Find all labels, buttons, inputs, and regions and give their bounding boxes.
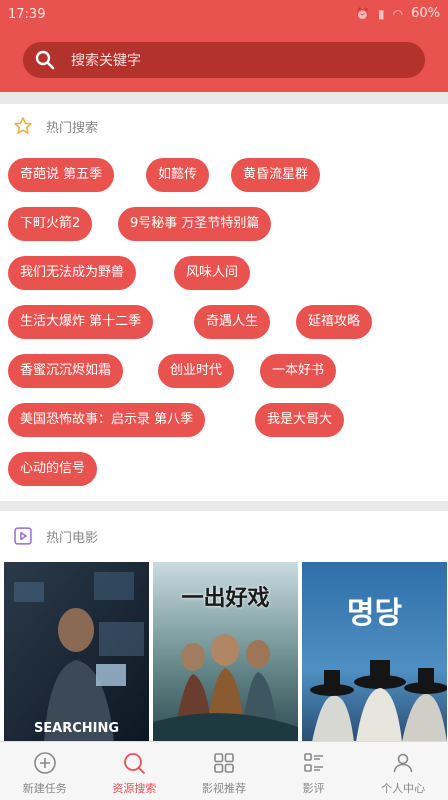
search-tag[interactable]: 下町火箭2: [8, 207, 93, 241]
grid-icon: [211, 750, 237, 776]
hot-movies-title: 热门电影: [46, 530, 99, 546]
alarm-icon: ⏰: [355, 6, 370, 21]
search-icon: [121, 750, 147, 776]
play-icon: [12, 525, 34, 547]
wifi-icon: ◠: [392, 6, 404, 21]
bottom-tab-bar: 新建任务 资源搜索 影视推荐 影评 个人中心: [0, 741, 448, 800]
signal-icon: ▮: [378, 6, 385, 21]
search-tag[interactable]: 生活大爆炸 第十二季: [8, 305, 154, 339]
search-tag[interactable]: 延禧攻略: [296, 305, 373, 339]
movie-poster[interactable]: SEARCHING: [4, 562, 149, 741]
search-icon: [23, 50, 67, 70]
hot-search-panel: 热门搜索 奇葩说 第五季 如懿传 黄昏流星群 下町火箭2 9号秘事 万圣节特别篇…: [0, 104, 448, 501]
search-tag[interactable]: 我是大哥大: [255, 403, 345, 437]
tab-label: 新建任务: [22, 782, 67, 795]
search-tag[interactable]: 9号秘事 万圣节特别篇: [118, 207, 272, 241]
status-bar: 17:39 ⏰ ▮ ◠ 60%: [0, 0, 448, 30]
search-tag[interactable]: 美国恐怖故事：启示录 第八季: [8, 403, 206, 437]
tab-profile[interactable]: 个人中心: [358, 742, 448, 800]
search-tag[interactable]: 奇遇人生: [194, 305, 271, 339]
search-tag[interactable]: 心动的信号: [8, 452, 98, 486]
tab-resource-search[interactable]: 资源搜索: [90, 742, 180, 800]
status-time: 17:39: [8, 7, 46, 22]
poster-art: [4, 562, 149, 741]
plus-circle-icon: [32, 750, 58, 776]
search-tag[interactable]: 一本好书: [260, 354, 337, 388]
movie-poster[interactable]: 一出好戏: [153, 562, 298, 741]
search-tag[interactable]: 黄昏流星群: [231, 158, 321, 192]
tab-label: 个人中心: [381, 782, 426, 795]
battery-level: 60%: [411, 6, 440, 21]
tab-recommend[interactable]: 影视推荐: [179, 742, 269, 800]
poster-caption: SEARCHING: [33, 721, 120, 736]
movie-posters: SEARCHING 一出好戏 명당: [0, 562, 448, 741]
tab-label: 资源搜索: [112, 782, 157, 795]
search-tag[interactable]: 我们无法成为野兽: [8, 256, 137, 290]
tab-label: 影视推荐: [201, 782, 246, 795]
poster-caption: 명당: [346, 596, 403, 631]
tab-new-task[interactable]: 新建任务: [0, 742, 90, 800]
tab-reviews[interactable]: 影评: [269, 742, 359, 800]
tab-label: 影评: [302, 782, 325, 795]
search-tag[interactable]: 如懿传: [146, 158, 210, 192]
movie-poster[interactable]: 명당: [302, 562, 447, 741]
search-tag[interactable]: 风味人间: [174, 256, 251, 290]
search-tag[interactable]: 奇葩说 第五季: [8, 158, 115, 192]
list-icon: [301, 750, 327, 776]
search-placeholder: 搜索关键字: [71, 53, 141, 69]
hot-search-title: 热门搜索: [46, 120, 99, 136]
search-tag[interactable]: 香蜜沉沉烬如霜: [8, 354, 124, 388]
poster-caption: 一出好戏: [181, 586, 270, 611]
user-icon: [390, 750, 416, 776]
hot-movies-header: 热门电影: [0, 511, 448, 561]
search-tag[interactable]: 创业时代: [158, 354, 235, 388]
search-input[interactable]: 搜索关键字: [23, 42, 425, 78]
hot-search-header: 热门搜索: [0, 104, 448, 148]
star-icon: [12, 115, 34, 137]
hot-movies-panel: 热门电影 SEARCHING 一出好戏 명당: [0, 511, 448, 741]
app-header: 搜索关键字: [0, 30, 448, 92]
